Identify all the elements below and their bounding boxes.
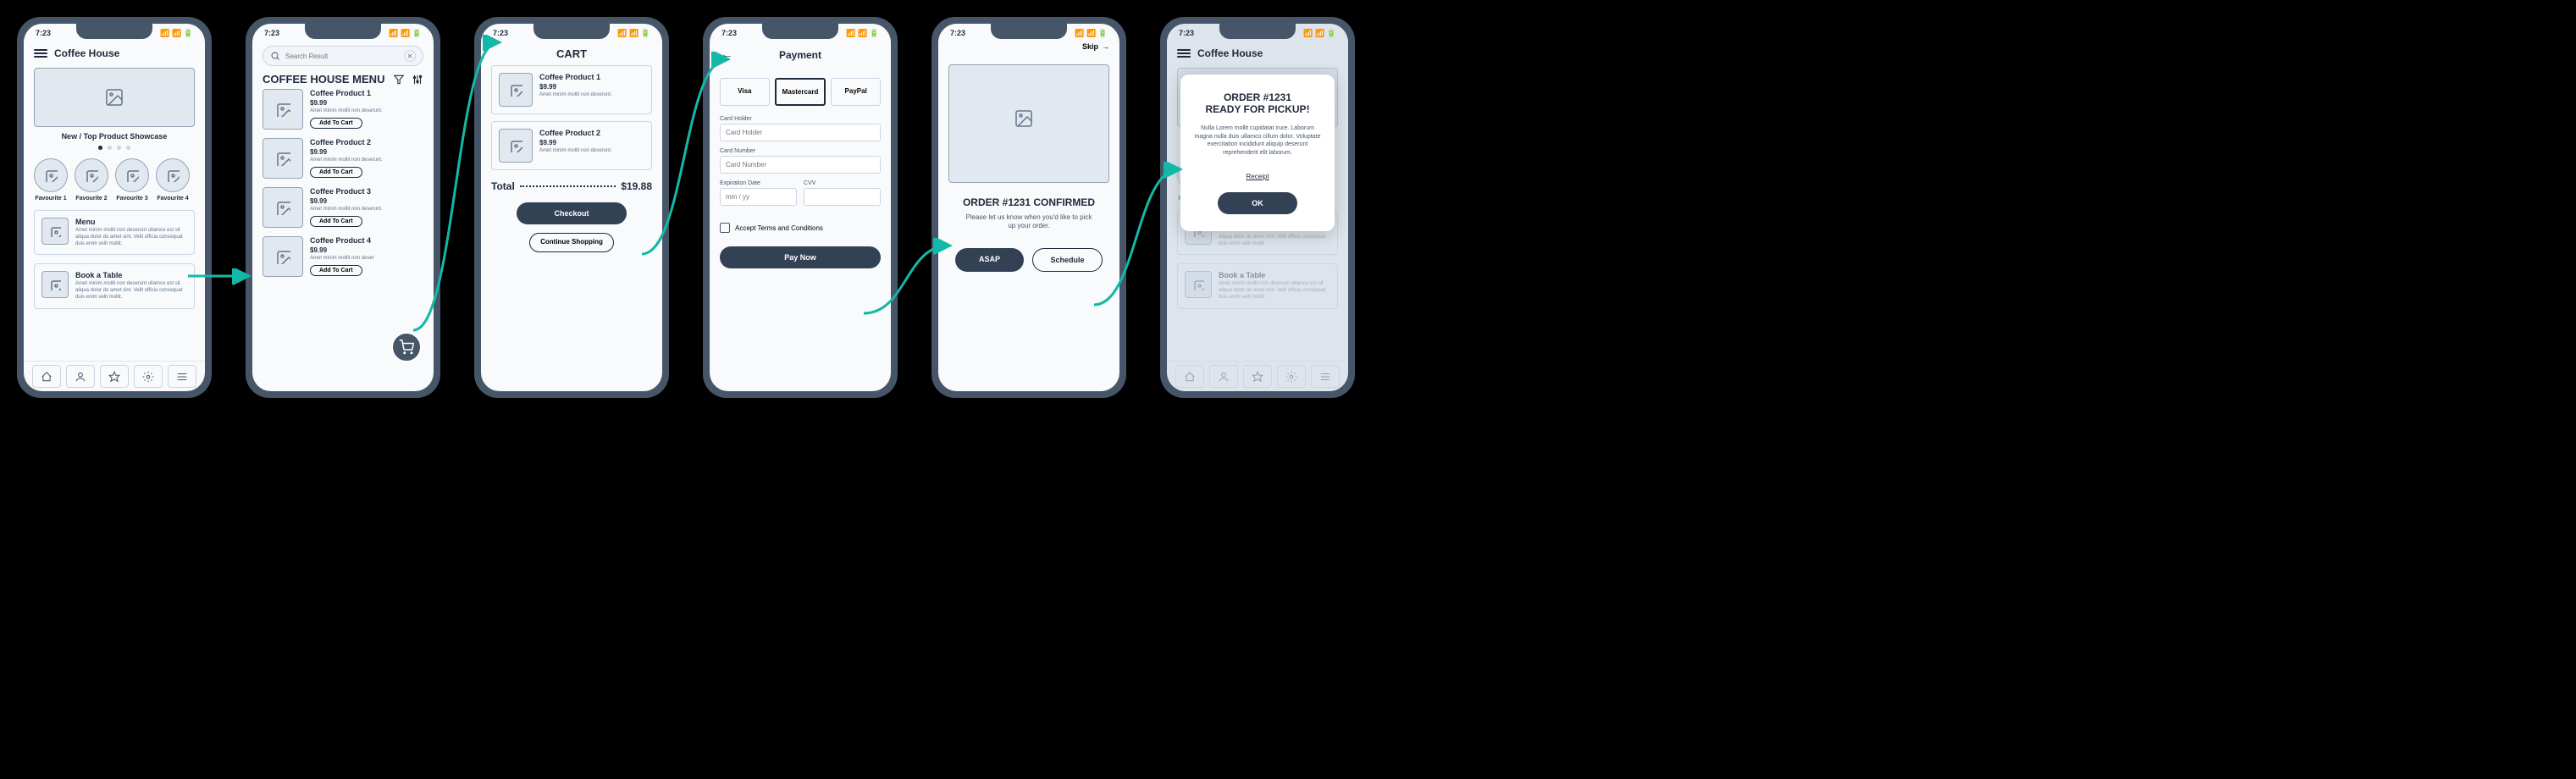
search-input[interactable]: ✕ <box>263 46 423 66</box>
method-paypal[interactable]: PayPal <box>831 78 881 106</box>
card-holder-input[interactable] <box>720 124 881 141</box>
product-row: Coffee Product 1 $9.99 Amet minim mollit… <box>263 89 423 130</box>
image-placeholder-icon <box>41 271 69 298</box>
nav-menu-icon[interactable] <box>168 365 196 388</box>
hamburger-icon[interactable] <box>1177 47 1191 59</box>
cart-item-price: $9.99 <box>539 83 644 91</box>
cart-item-name: Coffee Product 1 <box>539 73 644 81</box>
skip-button[interactable]: Skip→ <box>948 42 1109 51</box>
phone-home: 7:23 📶 📶 🔋 Coffee House New / Top Produc… <box>17 17 212 398</box>
continue-shopping-button[interactable]: Continue Shopping <box>529 233 614 252</box>
product-row: Coffee Product 2 $9.99 Amet minim mollit… <box>263 138 423 179</box>
pickup-modal: ORDER #1231READY FOR PICKUP! Nulla Lorem… <box>1180 75 1335 231</box>
favourites-row: Favourite 1 Favourite 2 Favourite 3 Favo… <box>34 158 195 202</box>
nav-home-icon[interactable] <box>32 365 61 388</box>
card-number-input[interactable] <box>720 156 881 174</box>
method-mastercard[interactable]: Mastercard <box>775 78 826 106</box>
bottom-nav <box>24 361 205 391</box>
card-holder-label: Card Holder <box>720 116 881 122</box>
terms-row[interactable]: Accept Terms and Conditions <box>720 223 881 233</box>
payment-title: Payment <box>740 49 860 61</box>
favourite-item[interactable]: Favourite 2 <box>75 158 108 202</box>
menu-heading: COFFEE HOUSE MENU <box>263 73 384 86</box>
app-title: Coffee House <box>1197 47 1263 59</box>
carousel-dots[interactable] <box>34 146 195 150</box>
arrow-right-icon: → <box>1102 42 1109 51</box>
modal-body: Nulla Lorem mollit cupidatat irure. Labo… <box>1194 124 1321 157</box>
image-placeholder-icon <box>41 218 69 245</box>
cart-item-price: $9.99 <box>539 139 644 146</box>
product-row: Coffee Product 4 $9.99 Amet minim mollit… <box>263 236 423 277</box>
add-to-cart-button[interactable]: Add To Cart <box>310 265 362 276</box>
flow-arrow <box>633 51 735 262</box>
status-icons: 📶 📶 🔋 <box>160 29 193 38</box>
cart-item: Coffee Product 2 $9.99 Amet minim mollit… <box>491 121 652 170</box>
menu-card[interactable]: Menu Amet minim mollit non deserunt ulla… <box>34 210 195 255</box>
favourite-item[interactable]: Favourite 3 <box>115 158 149 202</box>
card-desc: Amet minim mollit non deserunt ullamco e… <box>75 281 187 301</box>
cart-item-desc: Amet minim mollit non deserunt. <box>539 148 644 153</box>
cart-icon <box>399 340 414 355</box>
terms-label: Accept Terms and Conditions <box>735 224 823 232</box>
hero-image <box>34 68 195 127</box>
modal-title: ORDER #1231READY FOR PICKUP! <box>1194 91 1321 116</box>
cvv-label: CVV <box>804 180 881 186</box>
card-title: Menu <box>75 218 187 226</box>
nav-profile-icon[interactable] <box>66 365 95 388</box>
image-placeholder-icon <box>263 187 303 228</box>
favourite-item[interactable]: Favourite 4 <box>156 158 190 202</box>
flow-arrow <box>405 34 506 339</box>
total-row: Total $19.88 <box>491 180 652 192</box>
phone-pickup-modal: 7:23📶 📶 🔋 Coffee House New / Top Product… <box>1160 17 1355 398</box>
asap-button[interactable]: ASAP <box>955 248 1024 272</box>
flow-arrow <box>188 268 256 301</box>
search-field[interactable] <box>285 52 399 60</box>
hamburger-icon[interactable] <box>34 47 47 59</box>
add-to-cart-button[interactable]: Add To Cart <box>310 216 362 227</box>
add-to-cart-button[interactable]: Add To Cart <box>310 118 362 129</box>
checkout-button[interactable]: Checkout <box>517 202 627 224</box>
payment-methods: Visa Mastercard PayPal <box>720 78 881 106</box>
product-row: Coffee Product 3 $9.99 Amet minim mollit… <box>263 187 423 228</box>
ok-button[interactable]: OK <box>1218 192 1297 214</box>
cart-title: CART <box>491 42 652 65</box>
book-table-card[interactable]: Book a Table Amet minim mollit non deser… <box>34 263 195 308</box>
card-title: Book a Table <box>75 271 187 279</box>
card-desc: Amet minim mollit non deserunt ullamco e… <box>75 228 187 247</box>
image-placeholder-icon <box>263 236 303 277</box>
flow-arrow <box>855 237 957 322</box>
card-number-label: Card Number <box>720 148 881 154</box>
cart-item-desc: Amet minim mollit non deserunt. <box>539 92 644 97</box>
cart-item: Coffee Product 1 $9.99 Amet minim mollit… <box>491 65 652 114</box>
cart-item-name: Coffee Product 2 <box>539 129 644 137</box>
flow-arrow <box>1086 161 1187 313</box>
receipt-link[interactable]: Receipt <box>1246 173 1269 180</box>
cvv-input[interactable] <box>804 188 881 206</box>
filter-icon[interactable] <box>393 74 405 86</box>
favourite-item[interactable]: Favourite 1 <box>34 158 68 202</box>
showcase-label: New / Top Product Showcase <box>34 132 195 141</box>
app-title: Coffee House <box>54 47 119 59</box>
add-to-cart-button[interactable]: Add To Cart <box>310 167 362 178</box>
nav-star-icon[interactable] <box>100 365 129 388</box>
image-placeholder-icon <box>263 89 303 130</box>
image-placeholder-icon <box>263 138 303 179</box>
nav-settings-icon[interactable] <box>134 365 163 388</box>
search-icon <box>270 51 280 61</box>
status-time: 7:23 <box>36 29 51 37</box>
